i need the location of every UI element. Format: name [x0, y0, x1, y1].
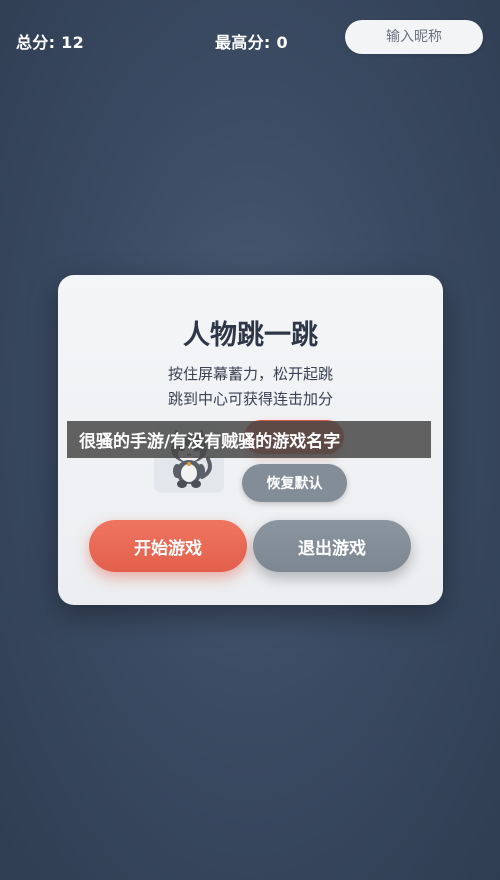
instruction-line-2: 跳到中心可获得连击加分 [167, 390, 333, 408]
reset-default-button[interactable]: 恢复默认 [242, 464, 347, 502]
total-score: 总分: 12 [16, 33, 85, 52]
caption-banner: 很骚的手游/有没有贼骚的游戏名字 [67, 421, 431, 458]
best-score: 最高分: 0 [215, 33, 288, 52]
exit-game-button[interactable]: 退出游戏 [253, 520, 411, 572]
caption-text: 很骚的手游/有没有贼骚的游戏名字 [79, 432, 341, 452]
start-game-button[interactable]: 开始游戏 [89, 520, 247, 572]
dialog-title: 人物跳一跳 [183, 320, 318, 351]
nickname-input[interactable] [345, 20, 483, 54]
instruction-line-1: 按住屏幕蓄力，松开起跳 [167, 365, 333, 383]
